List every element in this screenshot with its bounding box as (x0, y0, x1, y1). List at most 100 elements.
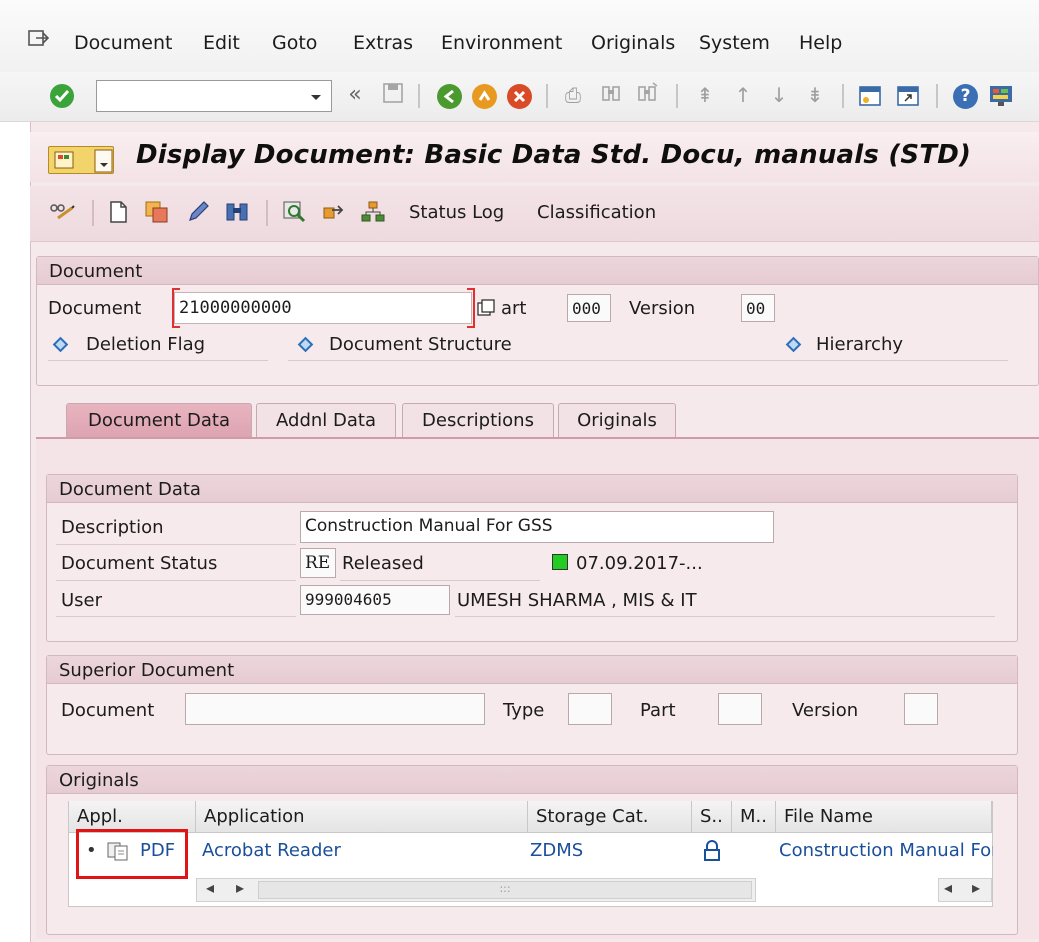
create-document-icon[interactable] (108, 200, 128, 224)
version-label: Version (629, 298, 696, 319)
superior-version-field[interactable] (904, 693, 938, 725)
first-page-icon[interactable]: ⇞ (692, 82, 718, 108)
hierarchy-structure-icon[interactable] (360, 200, 386, 224)
superior-part-label: Part (640, 700, 676, 721)
menu-extras[interactable]: Extras (353, 32, 413, 54)
exit-menu-icon[interactable] (28, 28, 50, 48)
f4-help-copy-icon[interactable] (476, 298, 496, 318)
column-header-m[interactable]: M.. (732, 801, 776, 833)
tab-descriptions[interactable]: Descriptions (402, 403, 554, 439)
user-id-field[interactable]: 999004605 (300, 585, 450, 615)
scroll-left-icon[interactable]: ◂ (944, 878, 952, 897)
menu-document[interactable]: Document (74, 32, 172, 54)
column-header-application[interactable]: Application (196, 801, 528, 833)
screen-menu-icon[interactable] (48, 146, 114, 174)
part-field[interactable]: 000 (567, 294, 611, 322)
scroll-thumb[interactable]: ::: (258, 881, 752, 899)
status-log-button[interactable]: Status Log (409, 202, 504, 223)
storage-category-link[interactable]: ZDMS (530, 840, 583, 861)
print-icon[interactable]: ⎙ (560, 82, 586, 108)
focus-marker-left (172, 288, 180, 328)
focus-marker-right (467, 288, 475, 328)
last-page-icon[interactable]: ⇟ (802, 82, 828, 108)
toolbar-separator (418, 84, 420, 108)
file-name-link[interactable]: Construction Manual For (779, 840, 993, 861)
generate-shortcut-icon[interactable] (896, 84, 920, 108)
menu-help[interactable]: Help (799, 32, 842, 54)
scroll-right-icon[interactable]: ▸ (972, 878, 980, 897)
tab-originals[interactable]: Originals (558, 403, 676, 439)
document-structure-label: Document Structure (329, 334, 512, 355)
tab-document-data[interactable]: Document Data (66, 403, 252, 439)
highlight-box-pdf (76, 829, 188, 879)
superior-version-label: Version (792, 700, 859, 721)
divider (288, 360, 1008, 361)
previous-page-icon[interactable]: ↑ (730, 82, 756, 108)
divider (48, 360, 268, 361)
binoculars-icon[interactable] (224, 200, 250, 224)
classification-button[interactable]: Classification (537, 202, 656, 223)
share-forward-icon[interactable] (322, 200, 348, 224)
status-date: 07.09.2017-... (576, 553, 703, 574)
status-code-field[interactable]: RE (300, 548, 336, 578)
menu-system[interactable]: System (699, 32, 770, 54)
toolbar-separator (546, 84, 548, 108)
divider (455, 616, 995, 617)
menu-originals[interactable]: Originals (591, 32, 675, 54)
command-field[interactable] (96, 80, 332, 112)
enter-check-icon[interactable] (50, 84, 74, 108)
page-title: Display Document: Basic Data Std. Docu, … (136, 140, 972, 170)
history-back-icon[interactable]: « (342, 82, 368, 108)
column-header-file-name[interactable]: File Name (776, 801, 992, 833)
edit-pencil-icon[interactable] (186, 200, 210, 224)
document-label: Document (48, 298, 142, 319)
originals-header: Originals (47, 766, 1017, 794)
back-icon[interactable] (437, 84, 462, 109)
divider (56, 580, 296, 581)
display-change-icon[interactable] (48, 200, 76, 224)
column-header-status[interactable]: S.. (692, 801, 732, 833)
object-links-icon[interactable] (282, 200, 308, 224)
application-toolbar (30, 186, 1039, 242)
divider (56, 616, 296, 617)
status-text: Released (342, 553, 424, 574)
superior-part-field[interactable] (718, 693, 762, 725)
part-label: art (501, 298, 527, 319)
superior-type-label: Type (503, 700, 545, 721)
application-link[interactable]: Acrobat Reader (202, 840, 341, 861)
tab-addnl-data[interactable]: Addnl Data (256, 403, 396, 439)
command-dropdown-icon[interactable] (306, 88, 326, 106)
divider (340, 580, 540, 581)
status-green-light-icon (552, 554, 568, 570)
menu-goto[interactable]: Goto (272, 32, 317, 54)
copy-document-icon[interactable] (144, 200, 170, 224)
customize-layout-icon[interactable] (988, 83, 1014, 109)
version-field[interactable]: 00 (741, 294, 775, 322)
find-icon[interactable] (598, 82, 624, 108)
deletion-flag-label: Deletion Flag (86, 334, 206, 355)
next-page-icon[interactable]: ↓ (766, 82, 792, 108)
menu-environment[interactable]: Environment (441, 32, 562, 54)
description-field[interactable]: Construction Manual For GSS (300, 511, 774, 543)
hierarchy-label: Hierarchy (816, 334, 904, 355)
superior-type-field[interactable] (568, 693, 612, 725)
save-icon[interactable] (380, 82, 406, 108)
help-icon[interactable]: ? (953, 84, 978, 109)
toolbar-separator (92, 200, 94, 226)
find-next-icon[interactable] (634, 82, 660, 108)
column-header-storage-cat[interactable]: Storage Cat. (528, 801, 692, 833)
menu-edit[interactable]: Edit (203, 32, 240, 54)
toolbar-separator (266, 200, 268, 226)
cancel-icon[interactable] (507, 84, 532, 109)
lock-icon[interactable] (702, 839, 722, 863)
create-session-icon[interactable] (858, 84, 882, 108)
scroll-left-icon[interactable]: ◂ (206, 878, 214, 897)
scroll-right-icon[interactable]: ▸ (236, 878, 244, 897)
superior-document-field[interactable] (185, 693, 485, 725)
document-number-field[interactable]: 21000000000 (174, 292, 472, 324)
document-status-label: Document Status (61, 553, 218, 574)
toolbar-separator (842, 84, 844, 108)
divider (56, 544, 296, 545)
description-label: Description (61, 517, 164, 538)
exit-icon[interactable] (472, 84, 497, 109)
